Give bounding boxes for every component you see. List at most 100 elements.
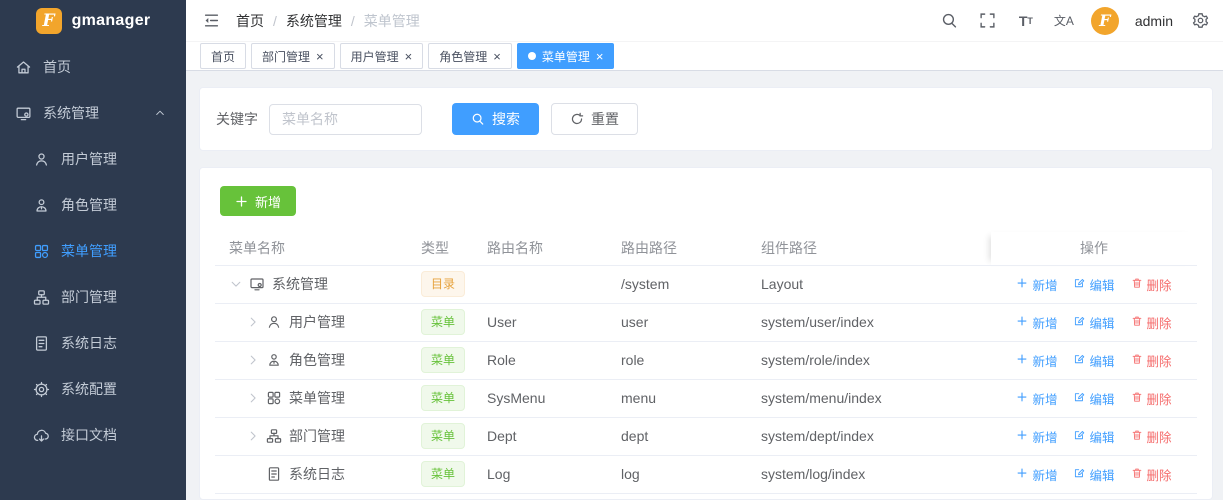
row-edit-link[interactable]: 编辑 <box>1073 351 1115 370</box>
sidebar-item-user[interactable]: 用户管理 <box>0 136 186 182</box>
close-icon[interactable]: × <box>493 50 501 63</box>
chevron-right-icon[interactable] <box>246 353 260 367</box>
tab-首页[interactable]: 首页 <box>200 43 247 69</box>
tab-label: 首页 <box>211 49 236 64</box>
route-name-cell: Dept <box>477 417 611 456</box>
sidebar-item-home[interactable]: 首页 <box>0 44 186 90</box>
sidebar-item-config[interactable]: 系统配置 <box>0 366 186 412</box>
translate-icon[interactable]: 文A <box>1053 10 1075 32</box>
close-icon[interactable]: × <box>405 50 413 63</box>
edit-icon <box>1073 277 1085 292</box>
close-icon[interactable]: × <box>596 50 604 63</box>
type-cell: 菜单 <box>411 303 477 342</box>
chevron-right-icon[interactable] <box>246 429 260 443</box>
op-label: 编辑 <box>1089 278 1115 293</box>
row-edit-link[interactable]: 编辑 <box>1073 465 1115 484</box>
keyword-input[interactable] <box>269 103 422 135</box>
row-edit-link[interactable]: 编辑 <box>1073 389 1115 408</box>
row-delete-link[interactable]: 删除 <box>1131 389 1172 408</box>
sidebar-collapse-icon[interactable] <box>200 10 222 32</box>
table-row: 系统管理 目录/system Layout 新增 编辑 删除 <box>215 265 1197 304</box>
user-icon <box>266 314 282 330</box>
tab-菜单管理[interactable]: 菜单管理 × <box>516 43 615 69</box>
search-button[interactable]: 搜索 <box>452 103 539 135</box>
row-delete-link[interactable]: 删除 <box>1131 275 1172 294</box>
search-icon[interactable] <box>939 10 961 32</box>
operations: 新增 编辑 删除 <box>1016 275 1172 294</box>
tab-用户管理[interactable]: 用户管理 × <box>339 43 424 69</box>
tab-label: 菜单管理 <box>541 49 590 64</box>
menu-icon <box>266 390 282 406</box>
username-label[interactable]: admin <box>1135 13 1173 29</box>
type-cell: 目录 <box>411 265 477 304</box>
add-menu-button[interactable]: 新增 <box>220 186 297 216</box>
sidebar-item-label: 系统配置 <box>61 381 117 397</box>
table-header-row: 菜单名称 类型 路由名称 路由路径 组件路径 操作 <box>215 232 1197 266</box>
trash-icon <box>1131 277 1143 292</box>
role-icon <box>33 197 50 214</box>
menu-name-cell: 部门管理 <box>215 417 411 456</box>
menu-icon <box>33 243 50 260</box>
tree-cell: 用户管理 <box>229 312 401 332</box>
row-add-link[interactable]: 新增 <box>1016 427 1057 446</box>
sidebar-menu: 首页系统管理用户管理 角色管理 菜单管理 部门管理 系统日志系统配置接口文档 <box>0 42 186 458</box>
table-row: 菜单管理 菜单 SysMenu menu system/menu/index 新增 编辑 删除 <box>215 379 1197 418</box>
row-delete-link[interactable]: 删除 <box>1131 427 1172 446</box>
menu-table-panel: 新增 菜单名称 类型 路由名称 路由路径 组件路径 操作 系统管理 目录/system Lay… <box>199 167 1213 500</box>
row-add-link[interactable]: 新增 <box>1016 389 1057 408</box>
sidebar-item-menu[interactable]: 菜单管理 <box>0 228 186 274</box>
user-icon <box>33 151 50 168</box>
plus-icon <box>1016 315 1028 330</box>
sidebar-item-label: 系统管理 <box>43 105 99 121</box>
sidebar-item-api-doc[interactable]: 接口文档 <box>0 412 186 458</box>
op-label: 新增 <box>1032 392 1058 407</box>
sidebar-item-system[interactable]: 系统管理 <box>0 90 186 136</box>
row-delete-link[interactable]: 删除 <box>1131 465 1172 484</box>
chevron-down-icon[interactable] <box>229 277 243 291</box>
column-header: 操作 <box>991 232 1197 266</box>
route-name-cell: Log <box>477 455 611 494</box>
row-edit-link[interactable]: 编辑 <box>1073 275 1115 294</box>
system-icon <box>249 276 265 292</box>
breadcrumb-current: 菜单管理 <box>363 12 420 29</box>
font-size-icon[interactable]: TT <box>1015 10 1037 32</box>
row-edit-link[interactable]: 编辑 <box>1073 427 1115 446</box>
column-header: 组件路径 <box>751 232 991 266</box>
type-badge: 菜单 <box>421 385 466 411</box>
type-cell: 菜单 <box>411 341 477 380</box>
chevron-right-icon[interactable] <box>246 391 260 405</box>
role-icon <box>266 352 282 368</box>
menu-name-cell: 系统管理 <box>215 265 411 304</box>
row-delete-link[interactable]: 删除 <box>1131 313 1172 332</box>
home-icon <box>15 59 32 76</box>
row-delete-link[interactable]: 删除 <box>1131 351 1172 370</box>
tab-角色管理[interactable]: 角色管理 × <box>428 43 512 69</box>
row-add-link[interactable]: 新增 <box>1016 275 1057 294</box>
app-logo[interactable]: F gmanager <box>0 0 186 42</box>
close-icon[interactable]: × <box>316 50 324 63</box>
breadcrumb-home[interactable]: 首页 <box>236 11 264 31</box>
sidebar-item-role[interactable]: 角色管理 <box>0 182 186 228</box>
operations-cell: 新增 编辑 删除 <box>991 455 1197 494</box>
chevron-right-icon[interactable] <box>246 315 260 329</box>
reset-button[interactable]: 重置 <box>551 103 638 135</box>
route-name-cell <box>477 265 611 304</box>
user-avatar[interactable]: F <box>1090 6 1119 35</box>
sidebar-item-log[interactable]: 系统日志 <box>0 320 186 366</box>
row-add-link[interactable]: 新增 <box>1016 313 1057 332</box>
fullscreen-icon[interactable] <box>977 10 999 32</box>
sidebar-item-dept[interactable]: 部门管理 <box>0 274 186 320</box>
row-add-link[interactable]: 新增 <box>1016 465 1057 484</box>
tab-部门管理[interactable]: 部门管理 × <box>251 43 335 69</box>
breadcrumb-system[interactable]: 系统管理 <box>286 11 342 31</box>
column-header: 类型 <box>411 232 477 266</box>
row-edit-link[interactable]: 编辑 <box>1073 313 1115 332</box>
row-add-link[interactable]: 新增 <box>1016 351 1057 370</box>
type-cell: 菜单 <box>411 417 477 456</box>
settings-gear-icon[interactable] <box>1189 10 1211 32</box>
app-title: gmanager <box>71 12 151 29</box>
op-label: 新增 <box>1032 430 1058 445</box>
op-label: 编辑 <box>1089 354 1115 369</box>
search-panel: 关键字 搜索 重置 <box>199 87 1213 151</box>
op-label: 删除 <box>1146 316 1172 331</box>
